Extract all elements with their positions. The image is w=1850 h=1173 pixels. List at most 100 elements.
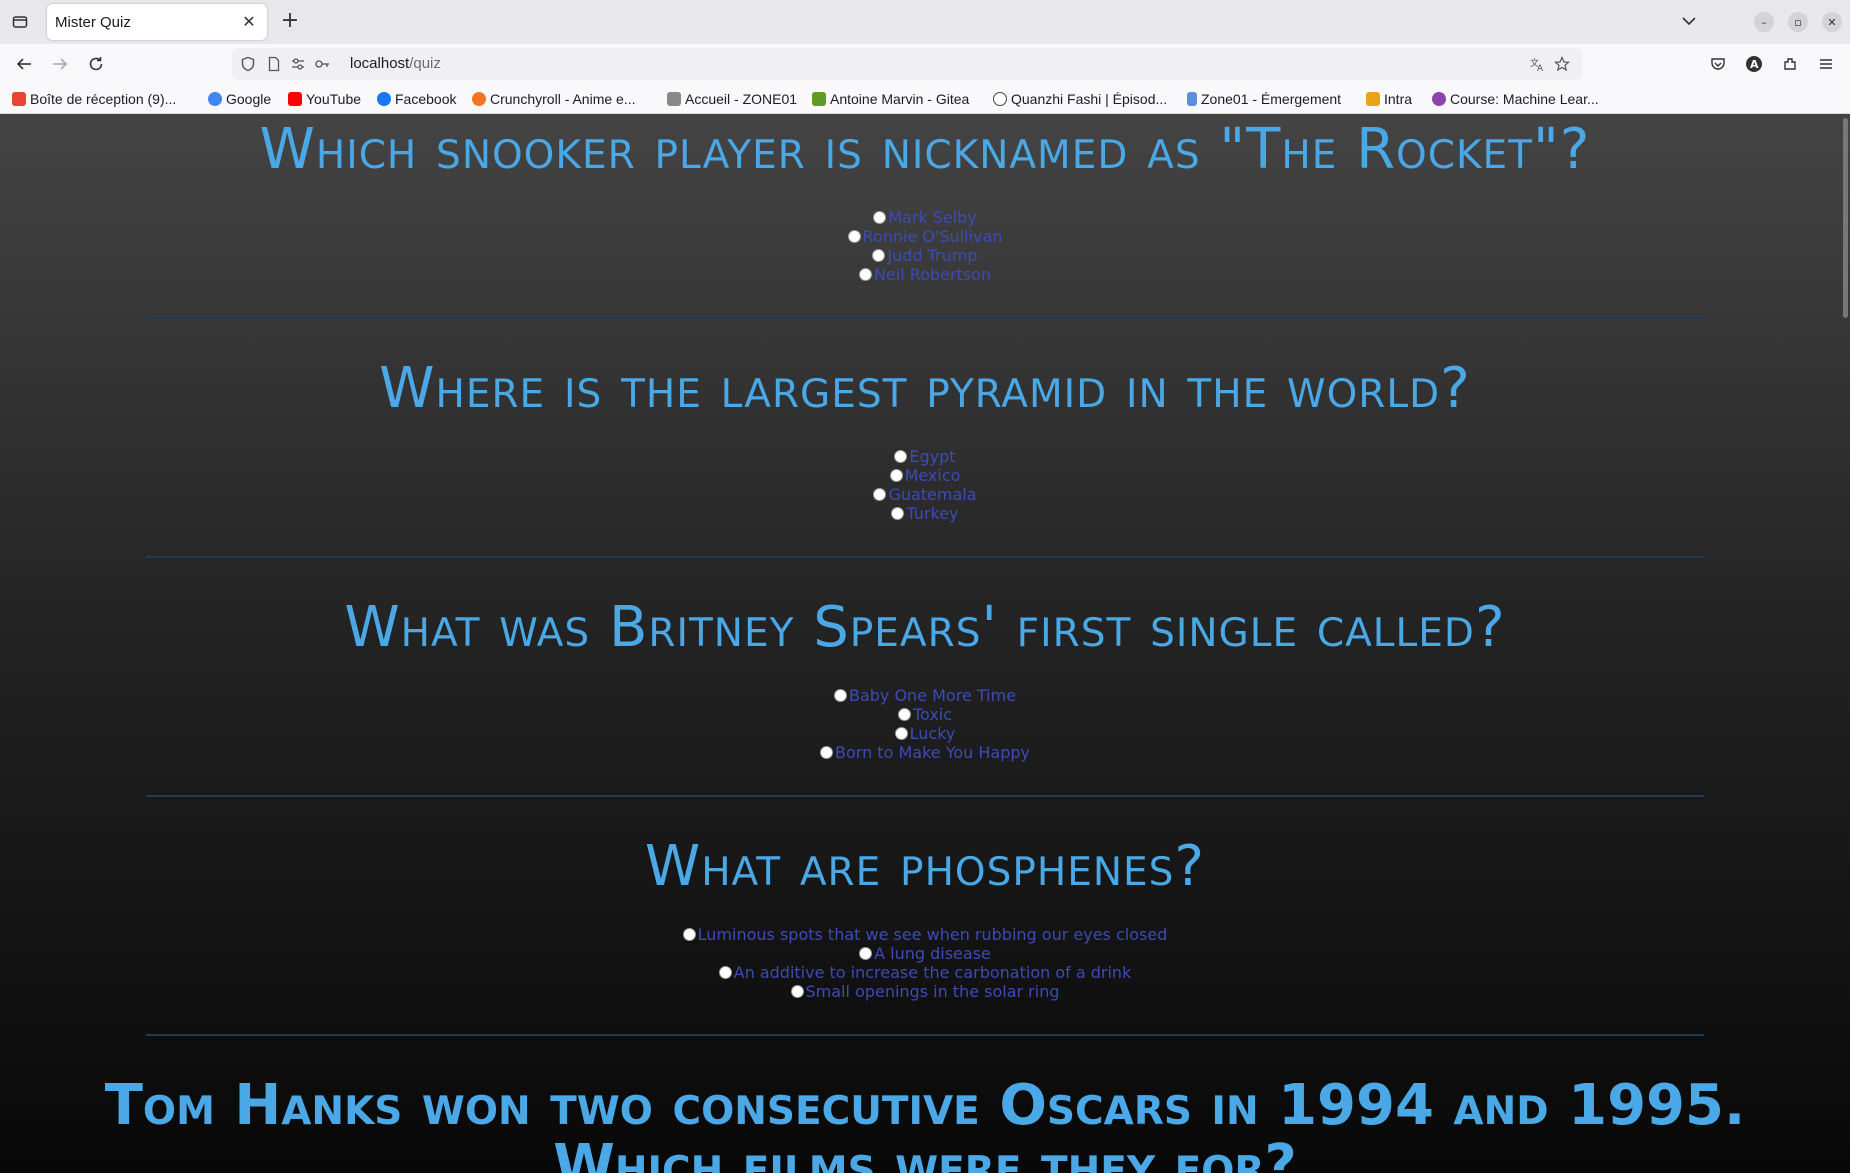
permissions-icon[interactable]	[290, 56, 306, 72]
minimize-icon[interactable]: –	[1754, 12, 1774, 32]
navigation-bar: localhost/quiz 文A A	[0, 44, 1850, 84]
radio-button[interactable]	[718, 966, 732, 979]
answer-label[interactable]: Neil Robertson	[874, 265, 991, 284]
bookmark-google[interactable]: Google	[208, 89, 271, 109]
answer-option[interactable]: Mexico	[0, 466, 1850, 485]
extensions-icon[interactable]	[1780, 54, 1800, 74]
pocket-icon[interactable]	[1708, 54, 1728, 74]
radio-button[interactable]	[894, 450, 908, 463]
answer-option[interactable]: Toxic	[0, 705, 1850, 724]
google-icon	[208, 92, 222, 106]
bookmark-intra[interactable]: Intra	[1366, 89, 1412, 109]
reload-icon[interactable]	[84, 52, 108, 76]
url-host: localhost	[350, 55, 410, 72]
bookmark-crunchyroll[interactable]: Crunchyroll - Anime e...	[472, 89, 636, 109]
answer-option[interactable]: Ronnie O'Sullivan	[0, 227, 1850, 246]
back-icon[interactable]	[12, 52, 36, 76]
radio-button[interactable]	[891, 507, 905, 520]
answer-label[interactable]: An additive to increase the carbonation …	[734, 963, 1132, 982]
bookmark-star-icon[interactable]	[1553, 56, 1571, 72]
bookmark-course[interactable]: Course: Machine Lear...	[1432, 89, 1599, 109]
page-icon[interactable]	[266, 56, 282, 72]
bookmark-label: Antoine Marvin - Gitea	[830, 91, 970, 107]
answer-option[interactable]: Egypt	[0, 447, 1850, 466]
radio-button[interactable]	[682, 928, 696, 941]
code-icon	[1366, 92, 1380, 106]
radio-button[interactable]	[833, 689, 847, 702]
answer-option[interactable]: Neil Robertson	[0, 265, 1850, 284]
bookmark-label: Facebook	[395, 91, 457, 107]
bookmark-youtube[interactable]: YouTube	[288, 89, 361, 109]
scrollbar[interactable]	[1840, 114, 1850, 1173]
radio-button[interactable]	[894, 727, 908, 740]
answer-option[interactable]: Mark Selby	[0, 208, 1850, 227]
radio-button[interactable]	[873, 211, 887, 224]
radio-button[interactable]	[820, 746, 834, 759]
answer-label[interactable]: Born to Make You Happy	[835, 743, 1030, 762]
answer-option[interactable]: An additive to increase the carbonation …	[0, 963, 1850, 982]
answer-label[interactable]: Guatemala	[888, 485, 976, 504]
answer-option[interactable]: Guatemala	[0, 485, 1850, 504]
radio-button[interactable]	[872, 249, 886, 262]
svg-text:A: A	[1750, 58, 1759, 71]
translate-icon[interactable]: 文A	[1529, 56, 1545, 74]
radio-button[interactable]	[847, 230, 861, 243]
answer-option[interactable]: A lung disease	[0, 944, 1850, 963]
menu-icon[interactable]	[1816, 54, 1836, 74]
bookmark-label: Accueil - ZONE01	[685, 91, 798, 107]
bookmark-label: Course: Machine Lear...	[1450, 91, 1599, 107]
radio-button[interactable]	[889, 469, 903, 482]
answer-option[interactable]: Baby One More Time	[0, 686, 1850, 705]
radio-button[interactable]	[859, 947, 873, 960]
bookmark-label: YouTube	[306, 91, 362, 107]
bookmark-zone01-emergement[interactable]: Zone01 - Émergement	[1187, 89, 1341, 109]
bookmark-gmail[interactable]: Boîte de réception (9)...	[12, 89, 176, 109]
forward-icon[interactable]	[48, 52, 72, 76]
answer-label[interactable]: Turkey	[906, 504, 958, 523]
radio-button[interactable]	[873, 488, 887, 501]
bookmark-gitea[interactable]: Antoine Marvin - Gitea	[812, 89, 969, 109]
answer-label[interactable]: Judd Trump	[887, 246, 977, 265]
answer-label[interactable]: Luminous spots that we see when rubbing …	[698, 925, 1168, 944]
answer-option[interactable]: Turkey	[0, 504, 1850, 523]
answer-option[interactable]: Small openings in the solar ring	[0, 982, 1850, 1001]
tab-list-icon[interactable]	[8, 10, 32, 34]
answer-option[interactable]: Born to Make You Happy	[0, 743, 1850, 762]
radio-button[interactable]	[790, 985, 804, 998]
answer-label[interactable]: Ronnie O'Sullivan	[863, 227, 1003, 246]
bookmark-zone01[interactable]: Accueil - ZONE01	[667, 89, 797, 109]
radio-button[interactable]	[858, 268, 872, 281]
bookmark-label: Quanzhi Fashi | Épisod...	[1011, 91, 1168, 107]
close-window-icon[interactable]: ✕	[1822, 12, 1842, 32]
answer-label[interactable]: A lung disease	[874, 944, 991, 963]
close-tab-icon[interactable]: ✕	[239, 12, 259, 32]
chevron-down-icon[interactable]	[1678, 10, 1700, 32]
answer-label[interactable]: Lucky	[910, 724, 956, 743]
radio-button[interactable]	[897, 708, 911, 721]
bookmark-label: Google	[226, 91, 272, 107]
answer-option[interactable]: Lucky	[0, 724, 1850, 743]
scrollbar-thumb[interactable]	[1843, 118, 1848, 318]
answer-label[interactable]: Toxic	[913, 705, 952, 724]
bookmark-facebook[interactable]: Facebook	[377, 89, 456, 109]
new-tab-icon[interactable]: +	[278, 10, 302, 34]
answer-label[interactable]: Egypt	[909, 447, 955, 466]
answer-option[interactable]: Luminous spots that we see when rubbing …	[0, 925, 1850, 944]
question-divider	[146, 795, 1704, 797]
answer-label[interactable]: Baby One More Time	[849, 686, 1016, 705]
question-title: Which snooker player is nicknamed as "Th…	[259, 117, 1591, 182]
facebook-icon	[377, 92, 391, 106]
question-title: What was Britney Spears' first single ca…	[344, 595, 1506, 660]
answer-label[interactable]: Mark Selby	[888, 208, 977, 227]
shield-icon[interactable]	[240, 56, 256, 72]
answer-label[interactable]: Small openings in the solar ring	[806, 982, 1060, 1001]
active-tab[interactable]: Mister Quiz ✕	[47, 4, 267, 40]
account-icon[interactable]: A	[1744, 54, 1764, 74]
answer-option[interactable]: Judd Trump	[0, 246, 1850, 265]
course-icon	[1432, 92, 1446, 106]
answer-label[interactable]: Mexico	[905, 466, 961, 485]
key-icon[interactable]	[314, 56, 330, 72]
url-bar[interactable]: localhost/quiz 文A	[232, 48, 1582, 80]
bookmark-quanzhi[interactable]: Quanzhi Fashi | Épisod...	[993, 89, 1167, 109]
restore-icon[interactable]: ▫	[1788, 12, 1808, 32]
